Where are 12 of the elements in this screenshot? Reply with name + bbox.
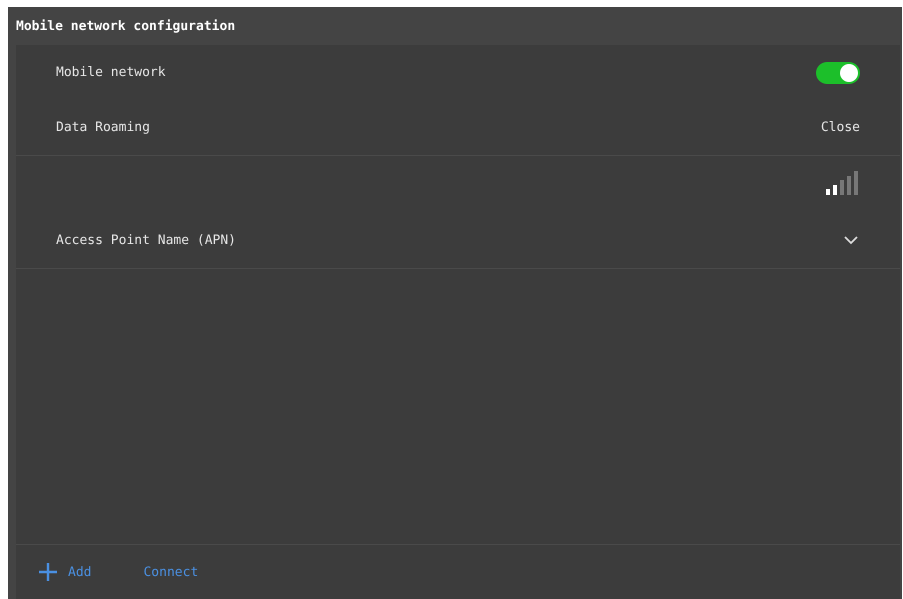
apn-label: Access Point Name (APN) [56,232,236,248]
apn-row[interactable]: Access Point Name (APN) [56,212,860,268]
toggle-switch[interactable] [816,62,860,84]
add-button[interactable]: Add [38,562,92,582]
connect-link[interactable]: Connect [143,564,198,580]
window-title: Mobile network configuration [16,18,236,34]
signal-strength-icon [826,171,860,197]
chevron-down-icon [844,236,858,244]
setting-value: Close [820,120,860,135]
setting-label: Mobile network [56,65,166,80]
setting-label: Data Roaming [56,120,150,135]
plus-icon [38,562,58,582]
